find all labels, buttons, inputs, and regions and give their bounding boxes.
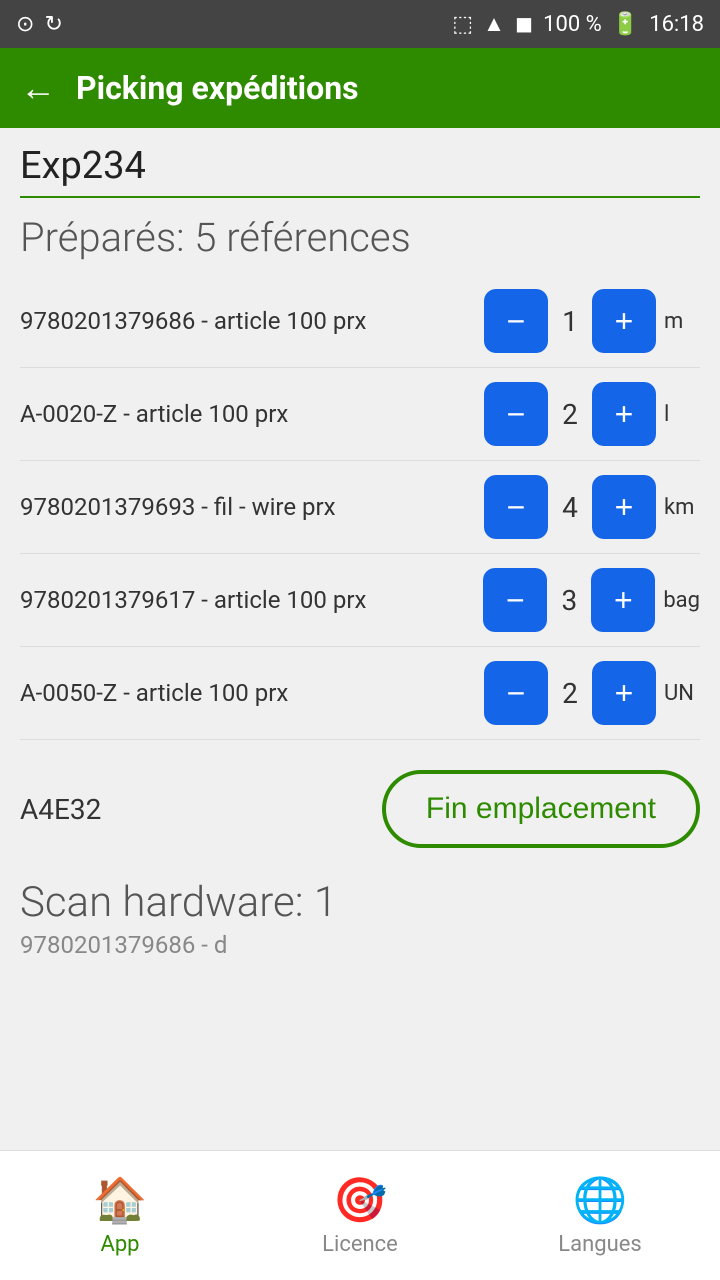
- cast-icon: ⬚: [452, 12, 473, 37]
- page-title: Picking expéditions: [76, 69, 359, 107]
- wifi-icon: ▲: [483, 11, 505, 37]
- qty-control-2: − 4 + km: [484, 475, 700, 539]
- status-icon-refresh: ↻: [44, 12, 62, 37]
- back-button[interactable]: ←: [20, 67, 56, 109]
- fin-emplacement-button[interactable]: Fin emplacement: [382, 770, 700, 848]
- minus-icon-2: −: [507, 489, 526, 526]
- item-name-3: 9780201379617 - article 100 prx: [20, 586, 473, 614]
- plus-icon-0: +: [615, 303, 634, 340]
- increment-button-2[interactable]: +: [592, 475, 656, 539]
- unit-label-2: km: [664, 495, 700, 520]
- minus-icon-0: −: [507, 303, 526, 340]
- table-row: 9780201379693 - fil - wire prx − 4 + km: [20, 461, 700, 554]
- sim-icon: ◼: [515, 12, 533, 37]
- decrement-button-3[interactable]: −: [483, 568, 547, 632]
- licence-icon: 🎯: [333, 1174, 388, 1226]
- minus-icon-1: −: [507, 396, 526, 433]
- table-row: A-0020-Z - article 100 prx − 2 + l: [20, 368, 700, 461]
- qty-control-0: − 1 + m: [484, 289, 700, 353]
- increment-button-4[interactable]: +: [592, 661, 656, 725]
- table-row: A-0050-Z - article 100 prx − 2 + UN: [20, 647, 700, 740]
- decrement-button-0[interactable]: −: [484, 289, 548, 353]
- nav-label-licence: Licence: [322, 1232, 398, 1257]
- top-bar: ← Picking expéditions: [0, 48, 720, 128]
- section-title: Préparés: 5 références: [20, 214, 700, 261]
- qty-value-0: 1: [556, 305, 584, 338]
- nav-label-app: App: [100, 1232, 139, 1257]
- action-area: A4E32 Fin emplacement: [20, 740, 700, 858]
- plus-icon-3: +: [614, 582, 633, 619]
- table-row: 9780201379617 - article 100 prx − 3 + ba…: [20, 554, 700, 647]
- minus-icon-4: −: [507, 675, 526, 712]
- language-icon: 🌐: [573, 1174, 628, 1226]
- status-icon-circle: ⊙: [16, 12, 34, 37]
- unit-label-1: l: [664, 402, 700, 427]
- unit-label-4: UN: [664, 681, 700, 706]
- battery-text: 100 %: [543, 12, 602, 37]
- nav-item-app[interactable]: 🏠 App: [0, 1174, 240, 1257]
- main-content: Exp234 Préparés: 5 références 9780201379…: [0, 128, 720, 1150]
- items-list: 9780201379686 - article 100 prx − 1 + m …: [20, 275, 700, 740]
- plus-icon-2: +: [615, 489, 634, 526]
- expedition-id: Exp234: [20, 144, 700, 198]
- table-row: 9780201379686 - article 100 prx − 1 + m: [20, 275, 700, 368]
- qty-value-2: 4: [556, 491, 584, 524]
- item-name-4: A-0050-Z - article 100 prx: [20, 679, 474, 707]
- qty-control-1: − 2 + l: [484, 382, 700, 446]
- nav-item-langues[interactable]: 🌐 Langues: [480, 1174, 720, 1257]
- item-name-0: 9780201379686 - article 100 prx: [20, 307, 474, 335]
- scan-detail: 9780201379686 - d: [20, 931, 700, 959]
- qty-value-4: 2: [556, 677, 584, 710]
- plus-icon-4: +: [615, 675, 634, 712]
- bottom-nav: 🏠 App 🎯 Licence 🌐 Langues: [0, 1150, 720, 1280]
- increment-button-3[interactable]: +: [591, 568, 655, 632]
- battery-icon: 🔋: [612, 12, 639, 37]
- decrement-button-4[interactable]: −: [484, 661, 548, 725]
- decrement-button-1[interactable]: −: [484, 382, 548, 446]
- location-code: A4E32: [20, 793, 101, 826]
- scan-title: Scan hardware: 1: [20, 878, 700, 927]
- plus-icon-1: +: [615, 396, 634, 433]
- nav-label-langues: Langues: [558, 1232, 641, 1257]
- qty-control-4: − 2 + UN: [484, 661, 700, 725]
- decrement-button-2[interactable]: −: [484, 475, 548, 539]
- qty-value-3: 3: [555, 584, 583, 617]
- item-name-2: 9780201379693 - fil - wire prx: [20, 493, 474, 521]
- nav-item-licence[interactable]: 🎯 Licence: [240, 1174, 480, 1257]
- unit-label-3: bag: [663, 588, 700, 613]
- status-bar: ⊙ ↻ ⬚ ▲ ◼ 100 % 🔋 16:18: [0, 0, 720, 48]
- scan-section: Scan hardware: 1 9780201379686 - d: [20, 858, 700, 969]
- time-text: 16:18: [649, 12, 704, 37]
- qty-value-1: 2: [556, 398, 584, 431]
- home-icon: 🏠: [93, 1174, 148, 1226]
- minus-icon-3: −: [506, 582, 525, 619]
- increment-button-1[interactable]: +: [592, 382, 656, 446]
- qty-control-3: − 3 + bag: [483, 568, 700, 632]
- unit-label-0: m: [664, 309, 700, 334]
- status-left-icons: ⊙ ↻: [16, 12, 63, 37]
- increment-button-0[interactable]: +: [592, 289, 656, 353]
- item-name-1: A-0020-Z - article 100 prx: [20, 400, 474, 428]
